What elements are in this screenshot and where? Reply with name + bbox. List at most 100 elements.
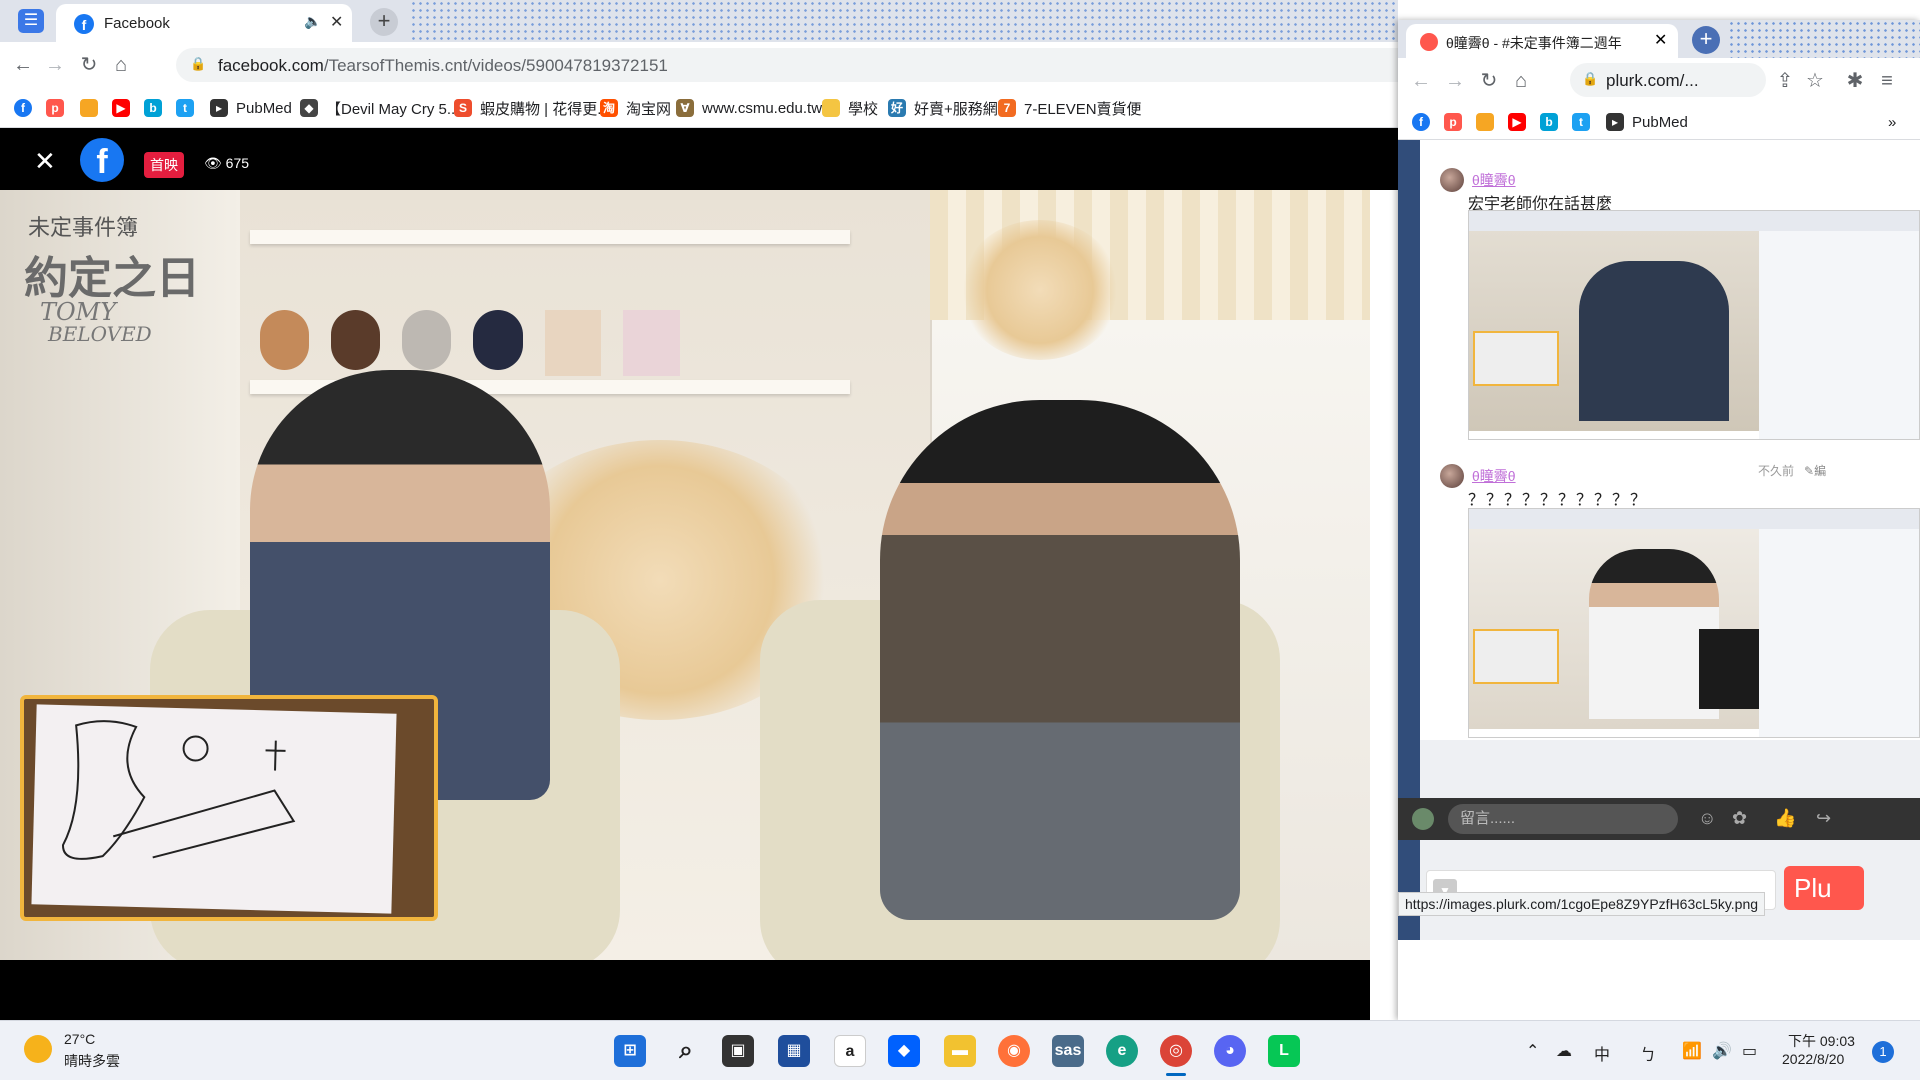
plurk-favicon-icon <box>1420 33 1438 51</box>
comment-input[interactable]: 留言...... <box>1448 804 1678 834</box>
notification-badge[interactable]: 1 <box>1872 1041 1894 1063</box>
bookmark-youtube[interactable]: ▶ <box>1508 112 1534 132</box>
task-view-icon[interactable]: ▣ <box>722 1035 754 1067</box>
back-arrow-icon[interactable]: ← <box>1408 68 1434 94</box>
close-tab-icon[interactable]: ✕ <box>1654 30 1667 50</box>
avatar[interactable] <box>1440 464 1464 488</box>
new-tab-button[interactable]: + <box>370 8 398 36</box>
video-player[interactable]: 未定事件簿 約定之日 TOMY BELOVED <box>0 190 1370 960</box>
sticker-icon[interactable]: ✿ <box>1732 808 1747 829</box>
edge-icon[interactable]: e <box>1106 1035 1138 1067</box>
bookmark-bilibili[interactable]: b <box>144 98 170 118</box>
onedrive-icon[interactable]: ☁ <box>1556 1041 1572 1061</box>
facebook-logo-icon[interactable]: f <box>80 138 124 182</box>
store-icon[interactable]: ▦ <box>778 1035 810 1067</box>
post-image-thumbnail[interactable] <box>1468 508 1920 738</box>
plurk-icon: p <box>46 99 64 117</box>
sas-icon[interactable]: sas <box>1052 1035 1084 1067</box>
bookmark-taobao[interactable]: 淘淘宝网 <box>600 98 671 118</box>
video-watermark-title: 未定事件簿 <box>28 216 139 241</box>
show-hidden-icons-icon[interactable]: ⌃ <box>1526 1041 1539 1061</box>
start-icon[interactable]: ⊞ <box>614 1035 646 1067</box>
volume-icon[interactable]: 🔊 <box>1712 1041 1732 1061</box>
emoji-icon[interactable]: ☺ <box>1698 808 1716 829</box>
address-bar[interactable]: 🔒 facebook.com/TearsofThemis.cnt/videos/… <box>176 48 1416 82</box>
chrome-icon[interactable]: ◎ <box>1160 1035 1192 1067</box>
weather-moon-icon[interactable] <box>24 1035 52 1063</box>
battery-icon[interactable]: ▭ <box>1742 1041 1757 1061</box>
address-url: facebook.com/TearsofThemis.cnt/videos/59… <box>218 56 668 75</box>
close-viewer-icon[interactable]: ✕ <box>34 146 56 177</box>
ime-mode[interactable]: 中 <box>1594 1041 1610 1065</box>
lock-icon[interactable]: 🔒 <box>1582 71 1598 87</box>
reload-icon[interactable]: ↻ <box>76 52 102 78</box>
plurk-tab-strip: θ瞳霽θ - #未定事件簿二週年 ✕ + <box>1398 20 1920 58</box>
post-image-thumbnail[interactable] <box>1468 210 1920 440</box>
home-icon[interactable]: ⌂ <box>1508 68 1534 94</box>
forward-arrow-icon[interactable]: → <box>1442 68 1468 94</box>
post-text: ？？？？？？？？？？ <box>1468 492 1649 509</box>
tab-plurk[interactable]: θ瞳霽θ - #未定事件簿二週年 ✕ <box>1406 24 1678 58</box>
bookmark-folder-school[interactable]: 學校 <box>822 98 878 118</box>
bookmark-pubmed[interactable]: ▸ PubMed <box>1606 112 1688 132</box>
post-author[interactable]: θ瞳霽θ <box>1472 466 1516 486</box>
reading-list-icon[interactable]: ≡ <box>1874 68 1900 94</box>
avatar[interactable] <box>1440 168 1464 192</box>
plurk-submit-button[interactable]: Plu <box>1784 866 1864 910</box>
facebook-icon: f <box>1412 113 1430 131</box>
bookmark-bilibili[interactable]: b <box>1540 112 1566 132</box>
like-icon[interactable]: 👍 <box>1774 808 1796 829</box>
lock-icon[interactable]: 🔒 <box>190 56 206 72</box>
bookmark-youtube[interactable]: ▶ <box>112 98 138 118</box>
clock-date[interactable]: 2022/8/20 <box>1782 1051 1844 1067</box>
share-icon[interactable]: ↪ <box>1816 808 1831 829</box>
weather-description[interactable]: 晴時多雲 <box>64 1051 120 1071</box>
star-icon[interactable]: ☆ <box>1802 68 1828 94</box>
reload-icon[interactable]: ↻ <box>1476 68 1502 94</box>
bookmark-plurk[interactable]: p <box>46 98 72 118</box>
discord-icon[interactable]: ◕ <box>1214 1035 1246 1067</box>
avatar <box>1412 808 1434 830</box>
bookmark-plurk[interactable]: p <box>1444 112 1470 132</box>
bookmark-twitter[interactable]: t <box>176 98 202 118</box>
weather-temperature[interactable]: 27°C <box>64 1031 95 1047</box>
bookmark-facebook[interactable]: f <box>14 98 40 118</box>
edit-link[interactable]: ✎編 <box>1804 462 1826 479</box>
bookmark-csmu[interactable]: ∀ www.csmu.edu.tw <box>676 98 822 118</box>
view-count: 👁 675 <box>204 155 250 171</box>
post-author[interactable]: θ瞳霽θ <box>1472 170 1516 190</box>
wifi-icon[interactable]: 📶 <box>1682 1041 1702 1061</box>
bookmark-rss[interactable] <box>1476 112 1502 132</box>
clock-time[interactable]: 下午 09:03 <box>1788 1031 1855 1051</box>
back-arrow-icon[interactable]: ← <box>10 52 36 78</box>
close-tab-icon[interactable]: ✕ <box>330 12 343 32</box>
bookmark-7-eleven[interactable]: 7 7-ELEVEN賣貨便 <box>998 98 1142 118</box>
dropbox-icon[interactable]: ◆ <box>888 1035 920 1067</box>
share-icon[interactable]: ⇪ <box>1772 68 1798 94</box>
bookmark-rss[interactable] <box>80 98 106 118</box>
file-explorer-icon[interactable]: ▬ <box>944 1035 976 1067</box>
ime-phonetic[interactable]: ㄅ <box>1640 1041 1656 1065</box>
forward-arrow-icon[interactable]: → <box>42 52 68 78</box>
bookmark-shopee[interactable]: S 蝦皮購物 | 花得更... <box>454 98 610 118</box>
speaker-icon[interactable]: 🔈 <box>304 13 321 30</box>
plurk-post[interactable]: θ瞳霽θ 不久前 ✎編 ？？？？？？？？？？ <box>1420 440 1920 740</box>
bookmark-haomai[interactable]: 好好賣+服務網 <box>888 98 998 118</box>
bookmarks-overflow-icon[interactable]: » <box>1888 112 1896 132</box>
bookmark-pubmed[interactable]: ▸ PubMed <box>210 98 292 118</box>
firefox-icon[interactable]: ◉ <box>998 1035 1030 1067</box>
extensions-icon[interactable]: ✱ <box>1842 68 1868 94</box>
bookmark-devil-may-cry[interactable]: ◆ 【Devil May Cry 5... <box>300 98 459 118</box>
home-icon[interactable]: ⌂ <box>108 52 134 78</box>
rss-icon <box>1476 113 1494 131</box>
search-icon[interactable]: ⌕ <box>670 1035 702 1067</box>
tab-search-icon[interactable]: ☰ <box>18 9 44 33</box>
amazon-icon[interactable]: a <box>834 1035 866 1067</box>
plurk-address-bar[interactable]: 🔒 plurk.com/... <box>1570 63 1766 97</box>
new-tab-button[interactable]: + <box>1692 26 1720 54</box>
line-icon[interactable]: L <box>1268 1035 1300 1067</box>
tab-facebook[interactable]: f Facebook 🔈 ✕ <box>56 4 352 42</box>
bookmark-facebook[interactable]: f <box>1412 112 1438 132</box>
plurk-post[interactable]: θ瞳霽θ 宏宇老師你在話甚麼 <box>1420 140 1920 440</box>
bookmark-twitter[interactable]: t <box>1572 112 1598 132</box>
